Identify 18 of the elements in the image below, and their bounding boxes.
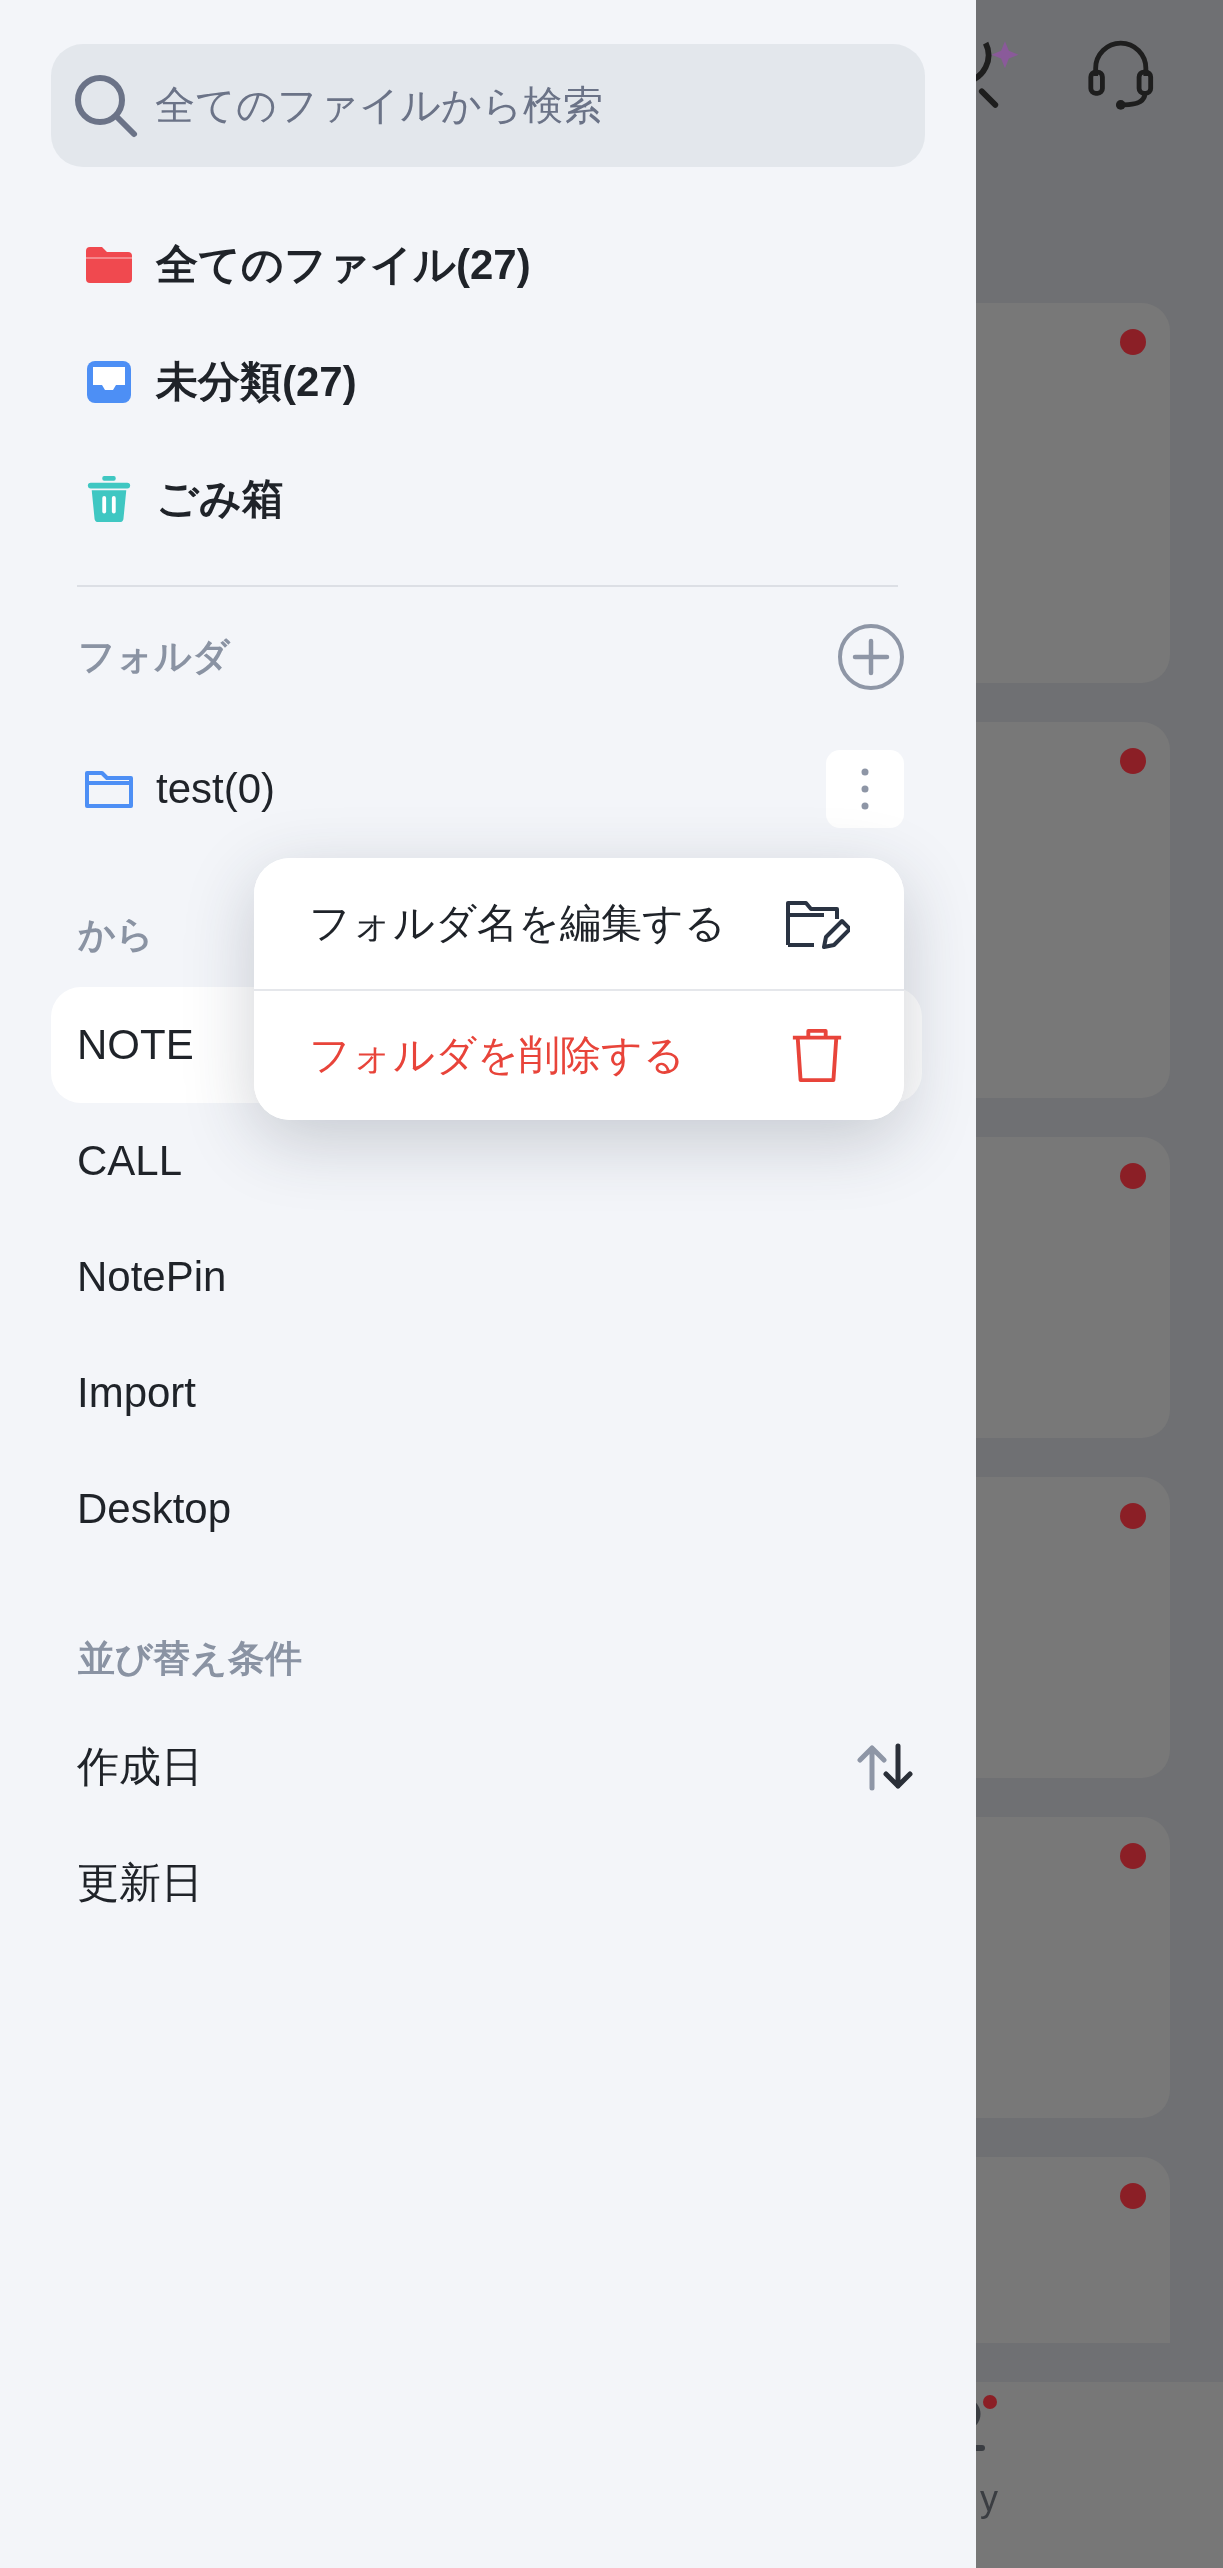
source-item[interactable]: Import <box>51 1335 922 1451</box>
nav-item[interactable]: 全てのファイル(27) <box>156 236 531 293</box>
add-icon[interactable] <box>837 623 905 691</box>
menu-item[interactable]: フォルダ名を編集する <box>254 858 904 989</box>
more-icon <box>860 766 870 811</box>
section-header: から <box>78 913 154 957</box>
section-header: フォルダ <box>78 635 230 679</box>
more-button[interactable] <box>826 749 904 828</box>
folder-item[interactable]: test(0) <box>156 764 804 813</box>
nav-item[interactable]: ごみ箱 <box>156 470 284 527</box>
source-item[interactable]: NotePin <box>51 1219 922 1335</box>
source-item[interactable]: Desktop <box>51 1451 922 1567</box>
menu-item[interactable]: フォルダを削除する <box>254 989 904 1120</box>
sort-option[interactable]: 更新日 <box>51 1825 922 1941</box>
nav-item[interactable]: 未分類(27) <box>156 353 357 410</box>
sort-option[interactable]: 作成日 <box>51 1709 922 1825</box>
section-header: 並び替え条件 <box>78 1637 302 1681</box>
search-field[interactable]: 全てのファイルから検索 <box>51 44 925 167</box>
